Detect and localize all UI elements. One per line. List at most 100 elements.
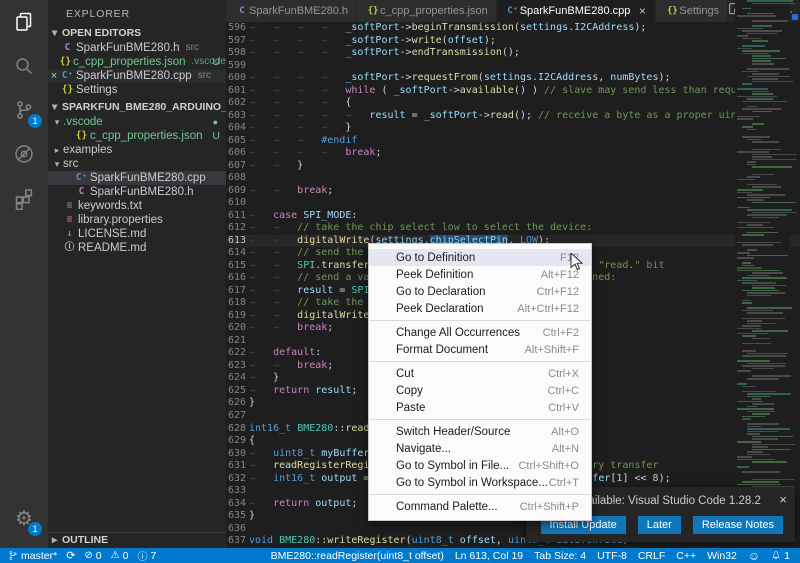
open-editors-header[interactable]: ▾OPEN EDITORS — [48, 26, 226, 41]
manage-gear-button[interactable]: ⚙1 — [0, 496, 48, 540]
line-number: 634 — [226, 498, 246, 511]
line-number: 607 — [226, 160, 246, 173]
minimap-line — [752, 93, 773, 95]
tree-folder-item[interactable]: ▾.vscode● — [48, 115, 226, 129]
menu-item-shortcut: Alt+F12 — [541, 269, 579, 281]
status-tab-size-4[interactable]: Tab Size: 4 — [534, 550, 586, 562]
minimap-line — [747, 320, 762, 322]
minimap-line — [747, 433, 760, 435]
status-feedback-smiley[interactable]: ☺ — [748, 549, 760, 563]
open-editor-item[interactable]: {}Settings — [48, 83, 226, 97]
menu-item-peek-definition[interactable]: Peek DefinitionAlt+F12 — [369, 266, 591, 283]
status-c++[interactable]: C++ — [676, 550, 696, 562]
status-info[interactable]: ⓘ7 — [137, 548, 156, 563]
menu-item-peek-declaration[interactable]: Peek DeclarationAlt+Ctrl+F12 — [369, 300, 591, 317]
button-release-notes[interactable]: Release Notes — [693, 516, 783, 534]
sidebar-title: EXPLORER — [48, 0, 226, 26]
menu-item-label: Peek Declaration — [396, 303, 517, 315]
tree-folder-item[interactable]: ▾src — [48, 157, 226, 171]
open-editor-item[interactable]: ×C⁺SparkFunBME280.cppsrc — [48, 69, 226, 83]
minimap-line — [737, 370, 751, 372]
menu-item-go-to-symbol-in-file-[interactable]: Go to Symbol in File...Ctrl+Shift+O — [369, 457, 591, 474]
minimap-line — [752, 287, 775, 289]
menu-item-paste[interactable]: PasteCtrl+V — [369, 399, 591, 416]
tree-file-item[interactable]: ≡library.properties — [48, 213, 226, 227]
tab-sparkfunbme280-h[interactable]: CSparkFunBME280.h — [226, 0, 356, 22]
button-later[interactable]: Later — [638, 516, 681, 534]
menu-item-navigate-[interactable]: Navigate...Alt+N — [369, 440, 591, 457]
status-label: CRLF — [638, 550, 665, 562]
status-sync[interactable]: ⟳ — [66, 549, 75, 562]
status-bar-right: BME280::readRegister(uint8_t offset) Ln 6… — [271, 549, 800, 563]
open-editor-item[interactable]: CSparkFunBME280.hsrc — [48, 41, 226, 55]
menu-item-switch-header-source[interactable]: Switch Header/SourceAlt+O — [369, 423, 591, 440]
minimap[interactable] — [735, 0, 790, 526]
minimap-line — [742, 471, 780, 473]
line-number: 633 — [226, 485, 246, 498]
minimap-line — [737, 118, 753, 120]
activity-search[interactable] — [0, 44, 48, 88]
menu-item-copy[interactable]: CopyCtrl+C — [369, 382, 591, 399]
menu-item-change-all-occurrences[interactable]: Change All OccurrencesCtrl+F2 — [369, 324, 591, 341]
workspace-folder-header[interactable]: ▾SPARKFUN_BME280_ARDUINO_LIBRARY — [48, 100, 226, 115]
close-icon[interactable]: × — [48, 69, 60, 83]
line-number: 627 — [226, 410, 246, 423]
tree-file-item[interactable]: ⓘREADME.md — [48, 241, 226, 255]
menu-item-cut[interactable]: CutCtrl+X — [369, 365, 591, 382]
minimap-line — [737, 207, 749, 209]
menu-item-command-palette-[interactable]: Command Palette...Ctrl+Shift+P — [369, 498, 591, 515]
minimap-line — [737, 459, 775, 461]
file-name: README.md — [78, 241, 146, 255]
minimap-line — [747, 378, 779, 380]
tree-file-item[interactable]: {}c_cpp_properties.jsonU — [48, 129, 226, 143]
activity-explorer[interactable] — [0, 0, 48, 44]
tree-file-item[interactable]: C⁺SparkFunBME280.cpp — [48, 171, 226, 185]
activity-debug[interactable] — [0, 132, 48, 176]
line-text — [249, 523, 255, 536]
status-utf-8[interactable]: UTF-8 — [597, 550, 627, 562]
tree-folder-item[interactable]: ▸examples — [48, 143, 226, 157]
status-win32[interactable]: Win32 — [707, 550, 737, 562]
activity-extensions[interactable] — [0, 176, 48, 220]
code-line: 606→ → → → break; — [226, 147, 800, 160]
menu-item-go-to-symbol-in-workspace-[interactable]: Go to Symbol in Workspace...Ctrl+T — [369, 474, 591, 491]
status-ln-613-col-19[interactable]: Ln 613, Col 19 — [455, 550, 523, 562]
tree-file-item[interactable]: ≡keywords.txt — [48, 199, 226, 213]
status-crlf[interactable]: CRLF — [638, 550, 665, 562]
minimap-line — [747, 454, 770, 456]
menu-item-format-document[interactable]: Format DocumentAlt+Shift+F — [369, 341, 591, 358]
minimap-line — [742, 53, 769, 55]
line-text: → → → → → result = _softPort->read(); //… — [249, 110, 761, 123]
json-file-icon: {} — [59, 55, 72, 69]
status-bme280-readregister-uint8-t-offset-[interactable]: BME280::readRegister(uint8_t offset) — [271, 550, 444, 562]
menu-item-go-to-definition[interactable]: Go to DefinitionF12 — [369, 249, 591, 266]
status-bell[interactable]: 1 — [771, 550, 790, 562]
minimap-line — [747, 209, 792, 211]
line-text: → → → #endif — [249, 135, 357, 148]
close-icon[interactable]: × — [779, 492, 787, 507]
status-warning[interactable]: ⚠0 — [111, 550, 129, 562]
status-error[interactable]: ⊘0 — [84, 550, 101, 562]
code-line: 601→ → → → while ( _softPort->available(… — [226, 85, 800, 98]
status-label: master* — [21, 550, 57, 562]
c-header-file-icon: C — [74, 185, 89, 199]
minimap-line — [747, 431, 778, 433]
minimap-line — [752, 446, 768, 448]
close-icon[interactable]: × — [637, 4, 647, 18]
tab-sparkfunbme280-cpp[interactable]: C⁺SparkFunBME280.cpp× — [497, 0, 656, 22]
tree-file-item[interactable]: CSparkFunBME280.h — [48, 185, 226, 199]
status-git-branch[interactable]: master* — [8, 550, 57, 562]
file-name: c_cpp_properties.json — [90, 129, 203, 143]
outline-section[interactable]: ▸OUTLINE — [48, 532, 226, 548]
activity-source-control[interactable]: 1 — [0, 88, 48, 132]
menu-item-shortcut: Ctrl+F2 — [543, 327, 579, 339]
git-status-badge: U — [212, 129, 220, 143]
tab-settings[interactable]: {}Settings — [656, 0, 727, 22]
line-text: { — [249, 435, 255, 448]
menu-item-go-to-declaration[interactable]: Go to DeclarationCtrl+F12 — [369, 283, 591, 300]
file-path-detail: .vscode — [192, 55, 226, 69]
tree-file-item[interactable]: ↓LICENSE.md — [48, 227, 226, 241]
tab-c-cpp-properties-json[interactable]: {}c_cpp_properties.json — [357, 0, 496, 22]
minimap-line — [747, 214, 787, 216]
open-editor-item[interactable]: {}c_cpp_properties.json.vscodeU — [48, 55, 226, 69]
